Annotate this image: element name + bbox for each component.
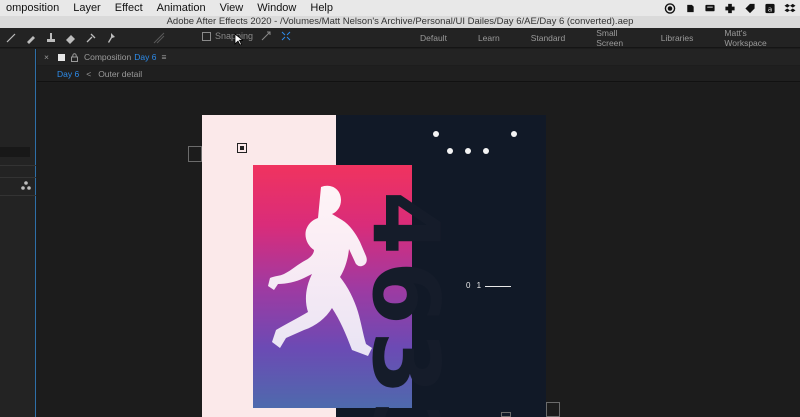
dropbox-icon[interactable] — [784, 3, 796, 14]
decorative-dot — [511, 131, 517, 137]
workspace-libraries[interactable]: Libraries — [661, 33, 694, 43]
panel-menu-icon[interactable]: ≡ — [161, 52, 166, 62]
menu-layer[interactable]: Layer — [66, 2, 108, 14]
record-icon[interactable] — [664, 2, 676, 14]
brush-tool-icon[interactable] — [22, 31, 40, 45]
snapping-toggle[interactable]: Snapping — [202, 31, 291, 41]
project-panel[interactable] — [0, 49, 36, 417]
workspace-learn[interactable]: Learn — [478, 33, 500, 43]
tools-panel: Snapping Default Learn Standard Small Sc… — [0, 28, 800, 48]
evernote-icon[interactable] — [684, 3, 696, 14]
composition-label: Composition — [83, 52, 132, 62]
plus-cross-icon[interactable] — [724, 3, 736, 14]
messages-icon[interactable] — [704, 3, 716, 14]
macos-menu-bar: omposition Layer Effect Animation View W… — [0, 0, 800, 16]
workspace-small-screen[interactable]: Small Screen — [596, 28, 630, 48]
snap-features-icon[interactable] — [281, 31, 291, 41]
menu-animation[interactable]: Animation — [150, 2, 213, 14]
lock-icon[interactable] — [70, 52, 78, 62]
dimmed-tool-icon — [150, 31, 168, 45]
menu-bar-tray: a — [664, 0, 796, 16]
clone-stamp-tool-icon[interactable] — [42, 31, 60, 45]
workspace-default[interactable]: Default — [420, 33, 447, 43]
panel-color-swatch — [57, 53, 65, 61]
slide-counter: 0 1 — [466, 281, 484, 290]
layer-handle[interactable] — [546, 402, 560, 417]
composition-panel-header: × Composition Day 6 ≡ — [37, 49, 800, 65]
workspace-switcher: Default Learn Standard Small Screen Libr… — [420, 28, 800, 48]
mouse-cursor-icon — [234, 33, 243, 46]
svg-text:a: a — [768, 4, 773, 13]
panel-divider — [0, 165, 36, 166]
hand-tool-icon[interactable] — [2, 31, 20, 45]
flowchart-icon[interactable] — [21, 181, 31, 190]
eraser-tool-icon[interactable] — [62, 31, 80, 45]
snap-edges-icon[interactable] — [261, 31, 271, 41]
breadcrumb-active-comp[interactable]: Day 6 — [57, 69, 79, 79]
workspace-standard[interactable]: Standard — [531, 33, 566, 43]
panel-scroll-strip — [0, 147, 30, 157]
comp-navigator: Day 6 < Outer detail — [37, 66, 800, 82]
menu-effect[interactable]: Effect — [108, 2, 150, 14]
app-menus: omposition Layer Effect Animation View W… — [0, 2, 340, 14]
snapping-checkbox[interactable] — [202, 31, 211, 41]
composition-name[interactable]: Day 6 — [134, 52, 156, 62]
close-icon[interactable]: × — [44, 52, 49, 62]
window-title: Adobe After Effects 2020 - /Volumes/Matt… — [166, 16, 634, 27]
menu-view[interactable]: View — [213, 2, 251, 14]
decorative-dot — [433, 131, 439, 137]
breadcrumb-outer-detail[interactable]: Outer detail — [98, 69, 142, 79]
menu-window[interactable]: Window — [250, 2, 303, 14]
anchor-point-icon[interactable] — [237, 143, 247, 153]
breadcrumb-separator: < — [86, 68, 92, 79]
counter-rule — [485, 286, 511, 287]
decorative-dot — [447, 148, 453, 154]
layer-handle[interactable] — [188, 146, 202, 162]
menu-composition[interactable]: omposition — [0, 2, 66, 14]
decorative-dot — [465, 148, 471, 154]
big-number-text: 4633 — [352, 191, 459, 417]
puppet-pin-tool-icon[interactable] — [102, 31, 120, 45]
tag-icon[interactable] — [744, 3, 756, 14]
panel-divider — [0, 177, 36, 178]
decorative-dot — [483, 148, 489, 154]
workspace-matts[interactable]: Matt's Workspace — [724, 28, 769, 48]
layer-handle[interactable] — [501, 412, 511, 417]
menu-help[interactable]: Help — [303, 2, 340, 14]
panel-divider — [0, 195, 36, 196]
roto-brush-tool-icon[interactable] — [82, 31, 100, 45]
window-title-bar: Adobe After Effects 2020 - /Volumes/Matt… — [0, 16, 800, 28]
amazon-icon[interactable]: a — [764, 3, 776, 14]
